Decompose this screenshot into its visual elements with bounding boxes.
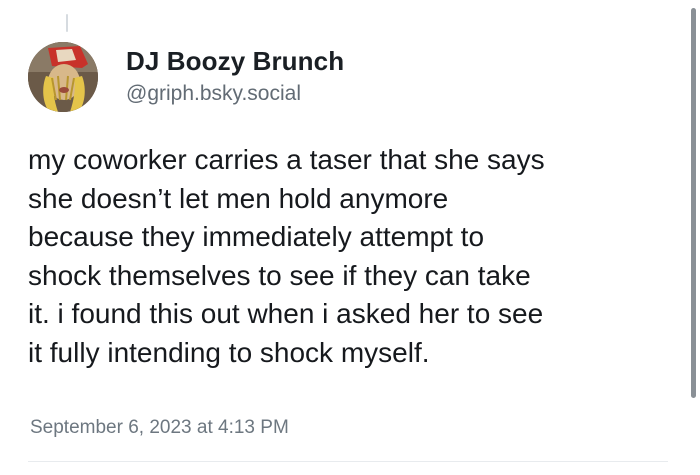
post-timestamp[interactable]: September 6, 2023 at 4:13 PM	[30, 416, 289, 440]
author-block[interactable]: DJ Boozy Brunch @griph.bsky.social	[126, 44, 344, 108]
author-handle[interactable]: @griph.bsky.social	[126, 80, 344, 108]
divider	[28, 461, 668, 462]
post: DJ Boozy Brunch @griph.bsky.social my co…	[0, 0, 700, 475]
author-display-name[interactable]: DJ Boozy Brunch	[126, 44, 344, 78]
post-text: my coworker carries a taser that she say…	[28, 144, 545, 368]
scrollbar[interactable]	[688, 0, 700, 475]
avatar-icon	[28, 42, 98, 112]
avatar[interactable]	[28, 42, 98, 112]
thread-connector-line	[66, 14, 68, 32]
scrollbar-thumb[interactable]	[691, 8, 696, 398]
